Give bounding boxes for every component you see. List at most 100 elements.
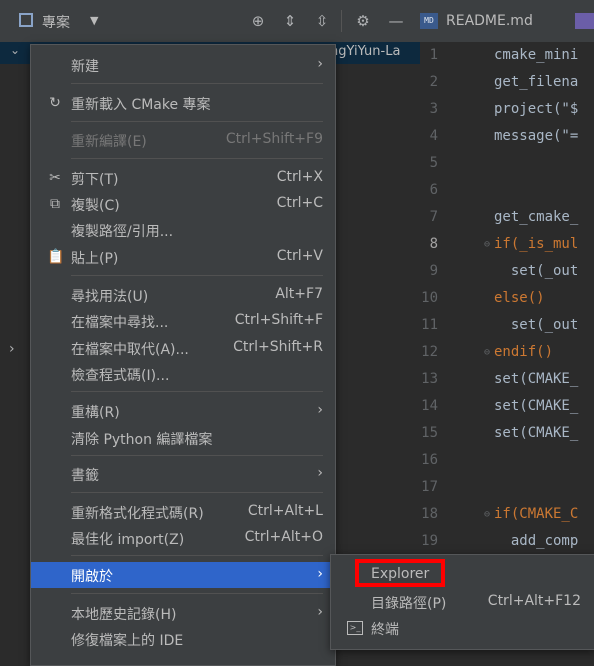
menu-separator bbox=[71, 121, 323, 122]
menu-item-recompile: 重新編譯(E) Ctrl+Shift+F9 bbox=[31, 127, 335, 153]
menu-item-cut[interactable]: ✂ 剪下(T) Ctrl+X bbox=[31, 165, 335, 191]
code-line[interactable]: else() bbox=[494, 285, 545, 312]
menu-item-label: 清除 Python 編譯檔案 bbox=[71, 432, 213, 448]
tab-readme[interactable]: MD README.md bbox=[420, 0, 533, 42]
gear-icon[interactable]: ⚙ bbox=[354, 12, 372, 30]
tab-label: README.md bbox=[446, 13, 533, 29]
code-line[interactable]: cmake_mini bbox=[494, 42, 578, 69]
fold-icon[interactable]: ⊖ bbox=[484, 339, 490, 366]
menu-item-inspect-code[interactable]: 檢查程式碼(I)... bbox=[31, 361, 335, 387]
context-menu: 新建 › ↻ 重新載入 CMake 專案 重新編譯(E) Ctrl+Shift+… bbox=[30, 44, 336, 666]
menu-separator bbox=[71, 492, 323, 493]
code-line[interactable]: if(CMAKE_C bbox=[494, 501, 578, 528]
menu-item-label: 檢查程式碼(I)... bbox=[71, 368, 170, 384]
menu-item-copy[interactable]: ⧉ 複製(C) Ctrl+C bbox=[31, 191, 335, 217]
menu-item-label: 最佳化 import(Z) bbox=[71, 532, 185, 548]
menu-item-shortcut: Ctrl+Alt+L bbox=[247, 503, 323, 519]
menu-item-open-in[interactable]: 開啟於 › bbox=[31, 562, 335, 588]
line-number: 18 bbox=[421, 506, 438, 522]
submenu-item-directory-path[interactable]: 目錄路徑(P) Ctrl+Alt+F12 bbox=[331, 589, 594, 615]
fold-icon[interactable]: ⊖ bbox=[484, 231, 490, 258]
line-number: 17 bbox=[421, 479, 438, 495]
code-line[interactable]: set(CMAKE_ bbox=[494, 366, 578, 393]
terminal-icon: >_ bbox=[347, 621, 363, 635]
menu-item-shortcut: Ctrl+Alt+O bbox=[244, 529, 323, 545]
line-number: 14 bbox=[421, 398, 438, 414]
menu-item-find-usages[interactable]: 尋找用法(U) Alt+F7 bbox=[31, 282, 335, 308]
menu-item-shortcut: Ctrl+Shift+F9 bbox=[225, 131, 323, 147]
code-line[interactable]: set(_out bbox=[494, 258, 578, 285]
menu-item-local-history[interactable]: 本地歷史記錄(H) › bbox=[31, 600, 335, 626]
cmake-file-icon[interactable] bbox=[575, 13, 594, 29]
menu-item-label: 重新格式化程式碼(R) bbox=[71, 506, 204, 522]
menu-item-new[interactable]: 新建 › bbox=[31, 52, 335, 78]
menu-item-label: 貼上(P) bbox=[71, 251, 119, 267]
menu-separator bbox=[71, 391, 323, 392]
menu-item-label: 在檔案中尋找... bbox=[71, 315, 169, 331]
line-number: 5 bbox=[429, 155, 438, 171]
menu-item-shortcut: Ctrl+Shift+R bbox=[233, 339, 323, 355]
menu-item-label: 目錄路徑(P) bbox=[371, 596, 447, 612]
menu-separator bbox=[71, 555, 323, 556]
menu-item-clean-python[interactable]: 清除 Python 編譯檔案 bbox=[31, 425, 335, 451]
code-line[interactable]: set(_out bbox=[494, 312, 578, 339]
code-line[interactable]: get_filena bbox=[494, 69, 578, 96]
menu-item-paste[interactable]: 📋 貼上(P) Ctrl+V bbox=[31, 244, 335, 270]
menu-item-refactor[interactable]: 重構(R) › bbox=[31, 398, 335, 424]
menu-item-find-in-files[interactable]: 在檔案中尋找... Ctrl+Shift+F bbox=[31, 308, 335, 334]
reload-icon: ↻ bbox=[49, 95, 61, 111]
code-line[interactable]: endif() bbox=[494, 339, 553, 366]
line-number: 1 bbox=[429, 47, 438, 63]
code-line[interactable]: if(_is_mul bbox=[494, 231, 578, 258]
line-number: 3 bbox=[429, 101, 438, 117]
locate-icon[interactable]: ⊕ bbox=[249, 12, 267, 30]
collapse-all-icon[interactable]: ⇳ bbox=[313, 12, 331, 30]
menu-item-copy-path[interactable]: 複製路徑/引用... bbox=[31, 217, 335, 243]
project-window-icon[interactable] bbox=[19, 13, 33, 27]
code-line[interactable]: project("$ bbox=[494, 96, 578, 123]
line-number: 19 bbox=[421, 533, 438, 549]
chevron-down-icon[interactable]: ⌄ bbox=[10, 43, 20, 57]
line-number: 12 bbox=[421, 344, 438, 360]
menu-separator bbox=[71, 593, 323, 594]
minimize-icon[interactable]: — bbox=[387, 12, 405, 30]
menu-item-label: 終端 bbox=[371, 622, 399, 638]
clipboard-icon: 📋 bbox=[47, 249, 65, 265]
line-number: 10 bbox=[421, 290, 438, 306]
menu-item-label: 開啟於 bbox=[71, 569, 113, 585]
markdown-file-icon: MD bbox=[420, 13, 438, 29]
menu-item-reload-cmake[interactable]: ↻ 重新載入 CMake 專案 bbox=[31, 90, 335, 116]
chevron-down-icon[interactable]: ▼ bbox=[90, 14, 98, 27]
toolbar-divider bbox=[341, 10, 342, 32]
code-line[interactable]: get_cmake_ bbox=[494, 204, 578, 231]
submenu-item-terminal[interactable]: >_ 終端 bbox=[331, 615, 594, 641]
fold-icon[interactable]: ⊖ bbox=[484, 501, 490, 528]
code-line[interactable]: message("= bbox=[494, 123, 578, 150]
chevron-right-icon: › bbox=[317, 566, 323, 582]
expand-all-icon[interactable]: ⇕ bbox=[281, 12, 299, 30]
menu-item-label: 複製(C) bbox=[71, 198, 120, 214]
menu-item-label: 修復檔案上的 IDE bbox=[71, 633, 184, 649]
code-line[interactable]: add_comp bbox=[494, 528, 578, 555]
menu-item-label: 在檔案中取代(A)... bbox=[71, 342, 189, 358]
line-number: 4 bbox=[429, 128, 438, 144]
menu-item-shortcut: Ctrl+Shift+F bbox=[234, 312, 323, 328]
line-number: 15 bbox=[421, 425, 438, 441]
code-line[interactable]: set(CMAKE_ bbox=[494, 393, 578, 420]
chevron-right-icon[interactable]: › bbox=[9, 341, 15, 357]
annotation-highlight-box bbox=[355, 559, 445, 587]
menu-item-label: 書籤 bbox=[71, 468, 99, 484]
menu-item-label: 本地歷史記錄(H) bbox=[71, 607, 177, 623]
menu-item-shortcut: Ctrl+Alt+F12 bbox=[487, 593, 581, 609]
menu-item-replace-in-files[interactable]: 在檔案中取代(A)... Ctrl+Shift+R bbox=[31, 335, 335, 361]
menu-item-reformat[interactable]: 重新格式化程式碼(R) Ctrl+Alt+L bbox=[31, 499, 335, 525]
code-line[interactable]: set(CMAKE_ bbox=[494, 420, 578, 447]
menu-separator bbox=[71, 275, 323, 276]
open-in-submenu: Explorer 目錄路徑(P) Ctrl+Alt+F12 >_ 終端 bbox=[330, 554, 594, 650]
menu-item-shortcut: Ctrl+C bbox=[276, 195, 323, 211]
menu-item-repair-ide[interactable]: 修復檔案上的 IDE bbox=[31, 626, 335, 652]
menu-item-bookmarks[interactable]: 書籤 › bbox=[31, 461, 335, 487]
chevron-right-icon: › bbox=[317, 56, 323, 72]
project-view-title[interactable]: 專案 bbox=[42, 12, 70, 32]
menu-item-optimize-imports[interactable]: 最佳化 import(Z) Ctrl+Alt+O bbox=[31, 525, 335, 551]
